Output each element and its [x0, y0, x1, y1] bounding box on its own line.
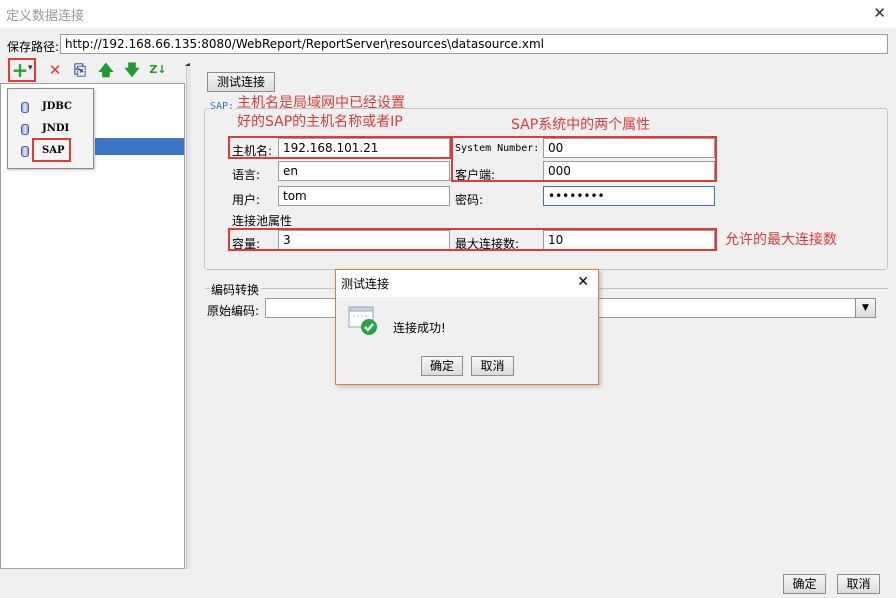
move-down-icon[interactable]: 🡇: [123, 61, 141, 79]
max-connections-annotation: 允许的最大连接数: [725, 232, 837, 248]
panel-splitter[interactable]: [186, 66, 191, 569]
dialog-close-icon[interactable]: ✕: [577, 274, 589, 290]
language-label: 语言:: [232, 168, 261, 182]
pool-properties-label: 连接池属性: [232, 214, 293, 228]
dialog-title: 测试连接: [341, 277, 390, 291]
menu-item-label: JDBC: [42, 101, 72, 112]
close-icon[interactable]: ✕: [873, 4, 886, 22]
dialog-cancel-button[interactable]: 取消: [471, 356, 514, 376]
sap-highlight-box: [32, 138, 71, 162]
success-icon: [348, 306, 377, 335]
ok-button[interactable]: 确定: [783, 574, 826, 594]
cancel-button[interactable]: 取消: [837, 574, 880, 594]
dialog-title-bar: 测试连接 ✕: [336, 270, 598, 297]
password-label: 密码:: [455, 193, 484, 207]
menu-item-jndi[interactable]: JNDI: [8, 119, 94, 140]
database-icon: [21, 102, 29, 113]
user-label: 用户:: [232, 193, 261, 207]
menu-item-label: JNDI: [42, 123, 70, 134]
add-icon: +: [11, 58, 29, 82]
original-encoding-label: 原始编码:: [207, 304, 260, 318]
window-title-bar: 定义数据连接 ✕: [0, 0, 896, 28]
dialog-message: 连接成功!: [393, 321, 446, 335]
add-button[interactable]: + ▾: [8, 58, 36, 82]
host-highlight-box: [228, 136, 452, 159]
dialog-ok-button[interactable]: 确定: [421, 356, 463, 376]
save-path-label: 保存路径:: [7, 40, 60, 54]
password-field[interactable]: ••••••••: [543, 186, 715, 206]
selected-tree-row[interactable]: [95, 138, 184, 155]
host-annotation-line2: 好的SAP的主机名称或者IP: [237, 114, 403, 130]
host-annotation-line1: 主机名是局域网中已经设置: [237, 95, 405, 111]
database-icon: [21, 146, 29, 157]
database-icon: [21, 124, 29, 135]
chevron-down-icon: ▾: [28, 63, 33, 73]
window-title: 定义数据连接: [6, 9, 85, 24]
test-connection-dialog: 测试连接 ✕ 连接成功! 确定 取消: [335, 269, 599, 385]
test-connection-button[interactable]: 测试连接: [207, 72, 275, 92]
menu-item-jdbc[interactable]: JDBC: [8, 97, 94, 118]
move-up-icon[interactable]: 🡅: [97, 61, 115, 79]
language-field[interactable]: en: [278, 161, 450, 181]
delete-icon[interactable]: ✕: [46, 61, 64, 79]
sap-properties-annotation: SAP系统中的两个属性: [511, 117, 651, 133]
copy-icon[interactable]: ⎘: [71, 61, 89, 79]
save-path-field[interactable]: http://192.168.66.135:8080/WebReport/Rep…: [60, 34, 888, 54]
pool-highlight-box: [228, 228, 717, 251]
sort-icon[interactable]: Z↓: [149, 61, 167, 79]
encoding-dropdown-icon[interactable]: ▼: [855, 298, 876, 318]
sap-properties-highlight-box: [451, 136, 717, 182]
encoding-section-label: 编码转换: [209, 281, 262, 298]
user-field[interactable]: tom: [278, 186, 450, 206]
sap-section-label: SAP:: [209, 101, 236, 112]
